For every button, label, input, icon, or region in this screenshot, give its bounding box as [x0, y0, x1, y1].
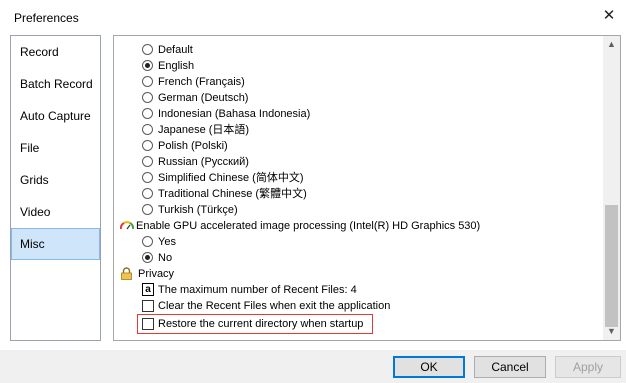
a-letter-icon: a	[142, 283, 154, 296]
radio-button[interactable]	[142, 172, 153, 183]
sidebar-item-auto-capture[interactable]: Auto Capture	[11, 100, 100, 132]
sidebar-item-grids[interactable]: Grids	[11, 164, 100, 196]
scroll-up-icon[interactable]: ▲	[603, 36, 620, 53]
gauge-icon	[120, 221, 134, 230]
close-icon[interactable]: ✕	[600, 7, 618, 25]
restore-directory-checkbox[interactable]	[142, 318, 154, 330]
radio-button[interactable]	[142, 76, 153, 87]
apply-button[interactable]: Apply	[555, 356, 621, 378]
vertical-scrollbar[interactable]: ▲ ▼	[603, 36, 620, 340]
sidebar-item-misc[interactable]: Misc	[11, 228, 100, 260]
sidebar: Record Batch Record Auto Capture File Gr…	[10, 35, 101, 341]
radio-button[interactable]	[142, 188, 153, 199]
radio-button[interactable]	[142, 140, 153, 151]
radio-button[interactable]	[142, 108, 153, 119]
lock-icon	[121, 267, 132, 280]
sidebar-item-file[interactable]: File	[11, 132, 100, 164]
sidebar-item-video[interactable]: Video	[11, 196, 100, 228]
clear-recent-checkbox[interactable]	[142, 300, 154, 312]
radio-button[interactable]	[142, 156, 153, 167]
scroll-down-icon[interactable]: ▼	[603, 323, 620, 340]
radio-button[interactable]	[142, 124, 153, 135]
radio-button[interactable]	[142, 92, 153, 103]
radio-button[interactable]	[142, 204, 153, 215]
window-title: Preferences	[14, 11, 79, 25]
title-bar: Preferences ✕	[0, 0, 626, 34]
cancel-button[interactable]: Cancel	[474, 356, 546, 378]
radio-button[interactable]	[142, 252, 153, 263]
scrollbar-thumb[interactable]	[605, 205, 618, 327]
radio-button[interactable]	[142, 60, 153, 71]
radio-button[interactable]	[142, 44, 153, 55]
ok-button[interactable]: OK	[393, 356, 465, 378]
settings-panel: Default English French (Français) German…	[113, 35, 621, 341]
radio-button[interactable]	[142, 236, 153, 247]
sidebar-item-batch-record[interactable]: Batch Record	[11, 68, 100, 100]
sidebar-item-record[interactable]: Record	[11, 36, 100, 68]
